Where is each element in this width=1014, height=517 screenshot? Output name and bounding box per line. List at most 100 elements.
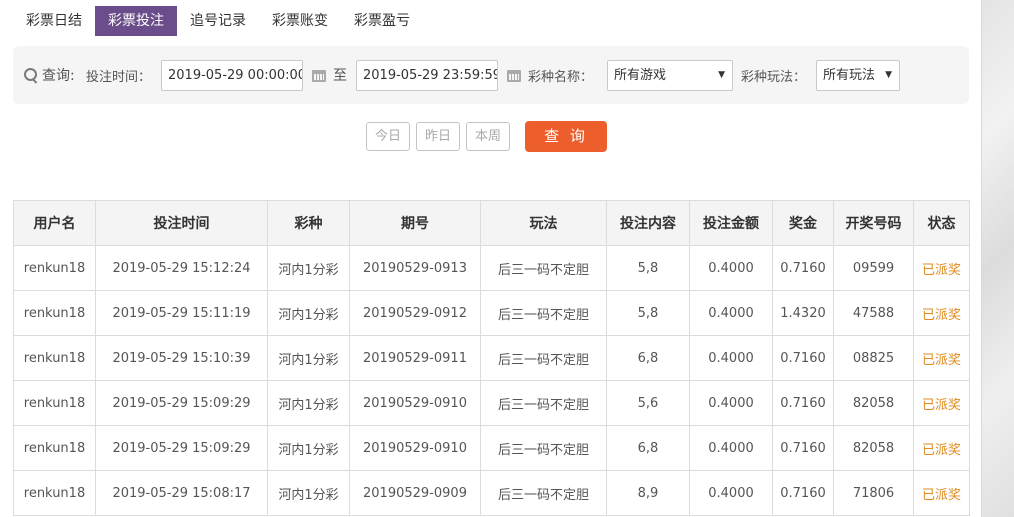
cell-lottery: 河内1分彩: [267, 335, 350, 381]
cell-prize: 0.7160: [772, 245, 834, 291]
column-header: 开奖号码: [833, 200, 914, 246]
table-row[interactable]: renkun18 2019-05-29 15:12:24 河内1分彩 20190…: [13, 245, 970, 291]
cell-lottery: 河内1分彩: [267, 290, 350, 336]
search-icon: [23, 67, 39, 83]
cell-bet-time: 2019-05-29 15:10:39: [95, 335, 268, 381]
this-week-button[interactable]: 本周: [466, 122, 510, 151]
status-badge: 已派奖: [913, 290, 970, 336]
cell-prize: 1.4320: [772, 290, 834, 336]
to-label: 至: [333, 68, 347, 84]
cell-username: renkun18: [13, 290, 96, 336]
column-header: 投注金额: [689, 200, 773, 246]
lottery-name-select[interactable]: 所有游戏 ▼: [607, 60, 733, 91]
status-badge: 已派奖: [913, 245, 970, 291]
cell-bet-time: 2019-05-29 15:09:29: [95, 380, 268, 426]
tab-chase-records[interactable]: 追号记录: [177, 6, 259, 36]
bets-table: 用户名 投注时间 彩种 期号 玩法 投注内容 投注金额 奖金 开奖号码 状态 r…: [13, 200, 970, 516]
cell-prize: 0.7160: [772, 335, 834, 381]
cell-lottery: 河内1分彩: [267, 380, 350, 426]
end-time-input[interactable]: 2019-05-29 23:59:59: [356, 60, 498, 91]
column-header: 投注时间: [95, 200, 268, 246]
column-header: 期号: [349, 200, 481, 246]
cell-draw-number: 82058: [833, 380, 914, 426]
start-calendar-button[interactable]: [312, 46, 326, 104]
today-button[interactable]: 今日: [366, 122, 410, 151]
table-header-row: 用户名 投注时间 彩种 期号 玩法 投注内容 投注金额 奖金 开奖号码 状态: [13, 200, 970, 246]
cell-content: 6,8: [606, 425, 690, 471]
calendar-icon: [312, 68, 326, 82]
dropdown-arrow-icon: ▼: [718, 70, 725, 80]
cell-issue: 20190529-0910: [349, 425, 481, 471]
cell-username: renkun18: [13, 245, 96, 291]
tab-account-changes[interactable]: 彩票账变: [259, 6, 341, 36]
cell-content: 5,6: [606, 380, 690, 426]
cell-draw-number: 47588: [833, 290, 914, 336]
query-button[interactable]: 查 询: [525, 121, 607, 152]
play-type-value: 所有玩法: [823, 68, 876, 83]
cell-issue: 20190529-0911: [349, 335, 481, 381]
tab-bar: 彩票日结 彩票投注 追号记录 彩票账变 彩票盈亏: [13, 6, 423, 36]
play-type-label: 彩种玩法：: [741, 69, 807, 85]
table-row[interactable]: renkun18 2019-05-29 15:09:29 河内1分彩 20190…: [13, 380, 970, 426]
lottery-name-value: 所有游戏: [614, 68, 667, 83]
status-badge: 已派奖: [913, 470, 970, 516]
column-header: 状态: [913, 200, 970, 246]
cell-lottery: 河内1分彩: [267, 245, 350, 291]
cell-play: 后三一码不定胆: [480, 470, 607, 516]
cell-bet-time: 2019-05-29 15:11:19: [95, 290, 268, 336]
cell-issue: 20190529-0909: [349, 470, 481, 516]
cell-bet-time: 2019-05-29 15:08:17: [95, 470, 268, 516]
cell-issue: 20190529-0910: [349, 380, 481, 426]
cell-play: 后三一码不定胆: [480, 380, 607, 426]
dropdown-arrow-icon: ▼: [885, 70, 892, 80]
cell-play: 后三一码不定胆: [480, 335, 607, 381]
table-row[interactable]: renkun18 2019-05-29 15:10:39 河内1分彩 20190…: [13, 335, 970, 381]
cell-amount: 0.4000: [689, 470, 773, 516]
end-calendar-button[interactable]: [507, 46, 521, 104]
bet-time-label: 投注时间：: [86, 69, 152, 85]
filter-panel: 查询: 投注时间： 2019-05-29 00:00:00 至 2019-05-…: [13, 46, 969, 104]
cell-username: renkun18: [13, 335, 96, 381]
cell-username: renkun18: [13, 470, 96, 516]
column-header: 奖金: [772, 200, 834, 246]
cell-content: 5,8: [606, 245, 690, 291]
play-type-select[interactable]: 所有玩法 ▼: [816, 60, 900, 91]
cell-bet-time: 2019-05-29 15:12:24: [95, 245, 268, 291]
table-row[interactable]: renkun18 2019-05-29 15:11:19 河内1分彩 20190…: [13, 290, 970, 336]
cell-content: 8,9: [606, 470, 690, 516]
cell-play: 后三一码不定胆: [480, 425, 607, 471]
start-time-input[interactable]: 2019-05-29 00:00:00: [161, 60, 303, 91]
cell-content: 5,8: [606, 290, 690, 336]
cell-draw-number: 82058: [833, 425, 914, 471]
cell-amount: 0.4000: [689, 245, 773, 291]
status-badge: 已派奖: [913, 335, 970, 381]
cell-play: 后三一码不定胆: [480, 290, 607, 336]
column-header: 彩种: [267, 200, 350, 246]
column-header: 玩法: [480, 200, 607, 246]
status-badge: 已派奖: [913, 380, 970, 426]
cell-lottery: 河内1分彩: [267, 425, 350, 471]
query-label-group: 查询:: [23, 46, 75, 104]
tab-profit-loss[interactable]: 彩票盈亏: [341, 6, 423, 36]
calendar-icon: [507, 68, 521, 82]
cell-content: 6,8: [606, 335, 690, 381]
table-row[interactable]: renkun18 2019-05-29 15:09:29 河内1分彩 20190…: [13, 425, 970, 471]
lottery-name-label: 彩种名称：: [528, 69, 594, 85]
cell-prize: 0.7160: [772, 380, 834, 426]
cell-prize: 0.7160: [772, 470, 834, 516]
table-row[interactable]: renkun18 2019-05-29 15:08:17 河内1分彩 20190…: [13, 470, 970, 516]
side-background: [981, 0, 1014, 517]
cell-draw-number: 08825: [833, 335, 914, 381]
tab-lottery-daily[interactable]: 彩票日结: [13, 6, 95, 36]
cell-username: renkun18: [13, 425, 96, 471]
cell-amount: 0.4000: [689, 290, 773, 336]
cell-issue: 20190529-0912: [349, 290, 481, 336]
cell-amount: 0.4000: [689, 335, 773, 381]
cell-draw-number: 09599: [833, 245, 914, 291]
query-label: 查询:: [42, 68, 75, 84]
tab-lottery-bets[interactable]: 彩票投注: [95, 6, 177, 36]
yesterday-button[interactable]: 昨日: [416, 122, 460, 151]
cell-bet-time: 2019-05-29 15:09:29: [95, 425, 268, 471]
column-header: 投注内容: [606, 200, 690, 246]
cell-amount: 0.4000: [689, 425, 773, 471]
